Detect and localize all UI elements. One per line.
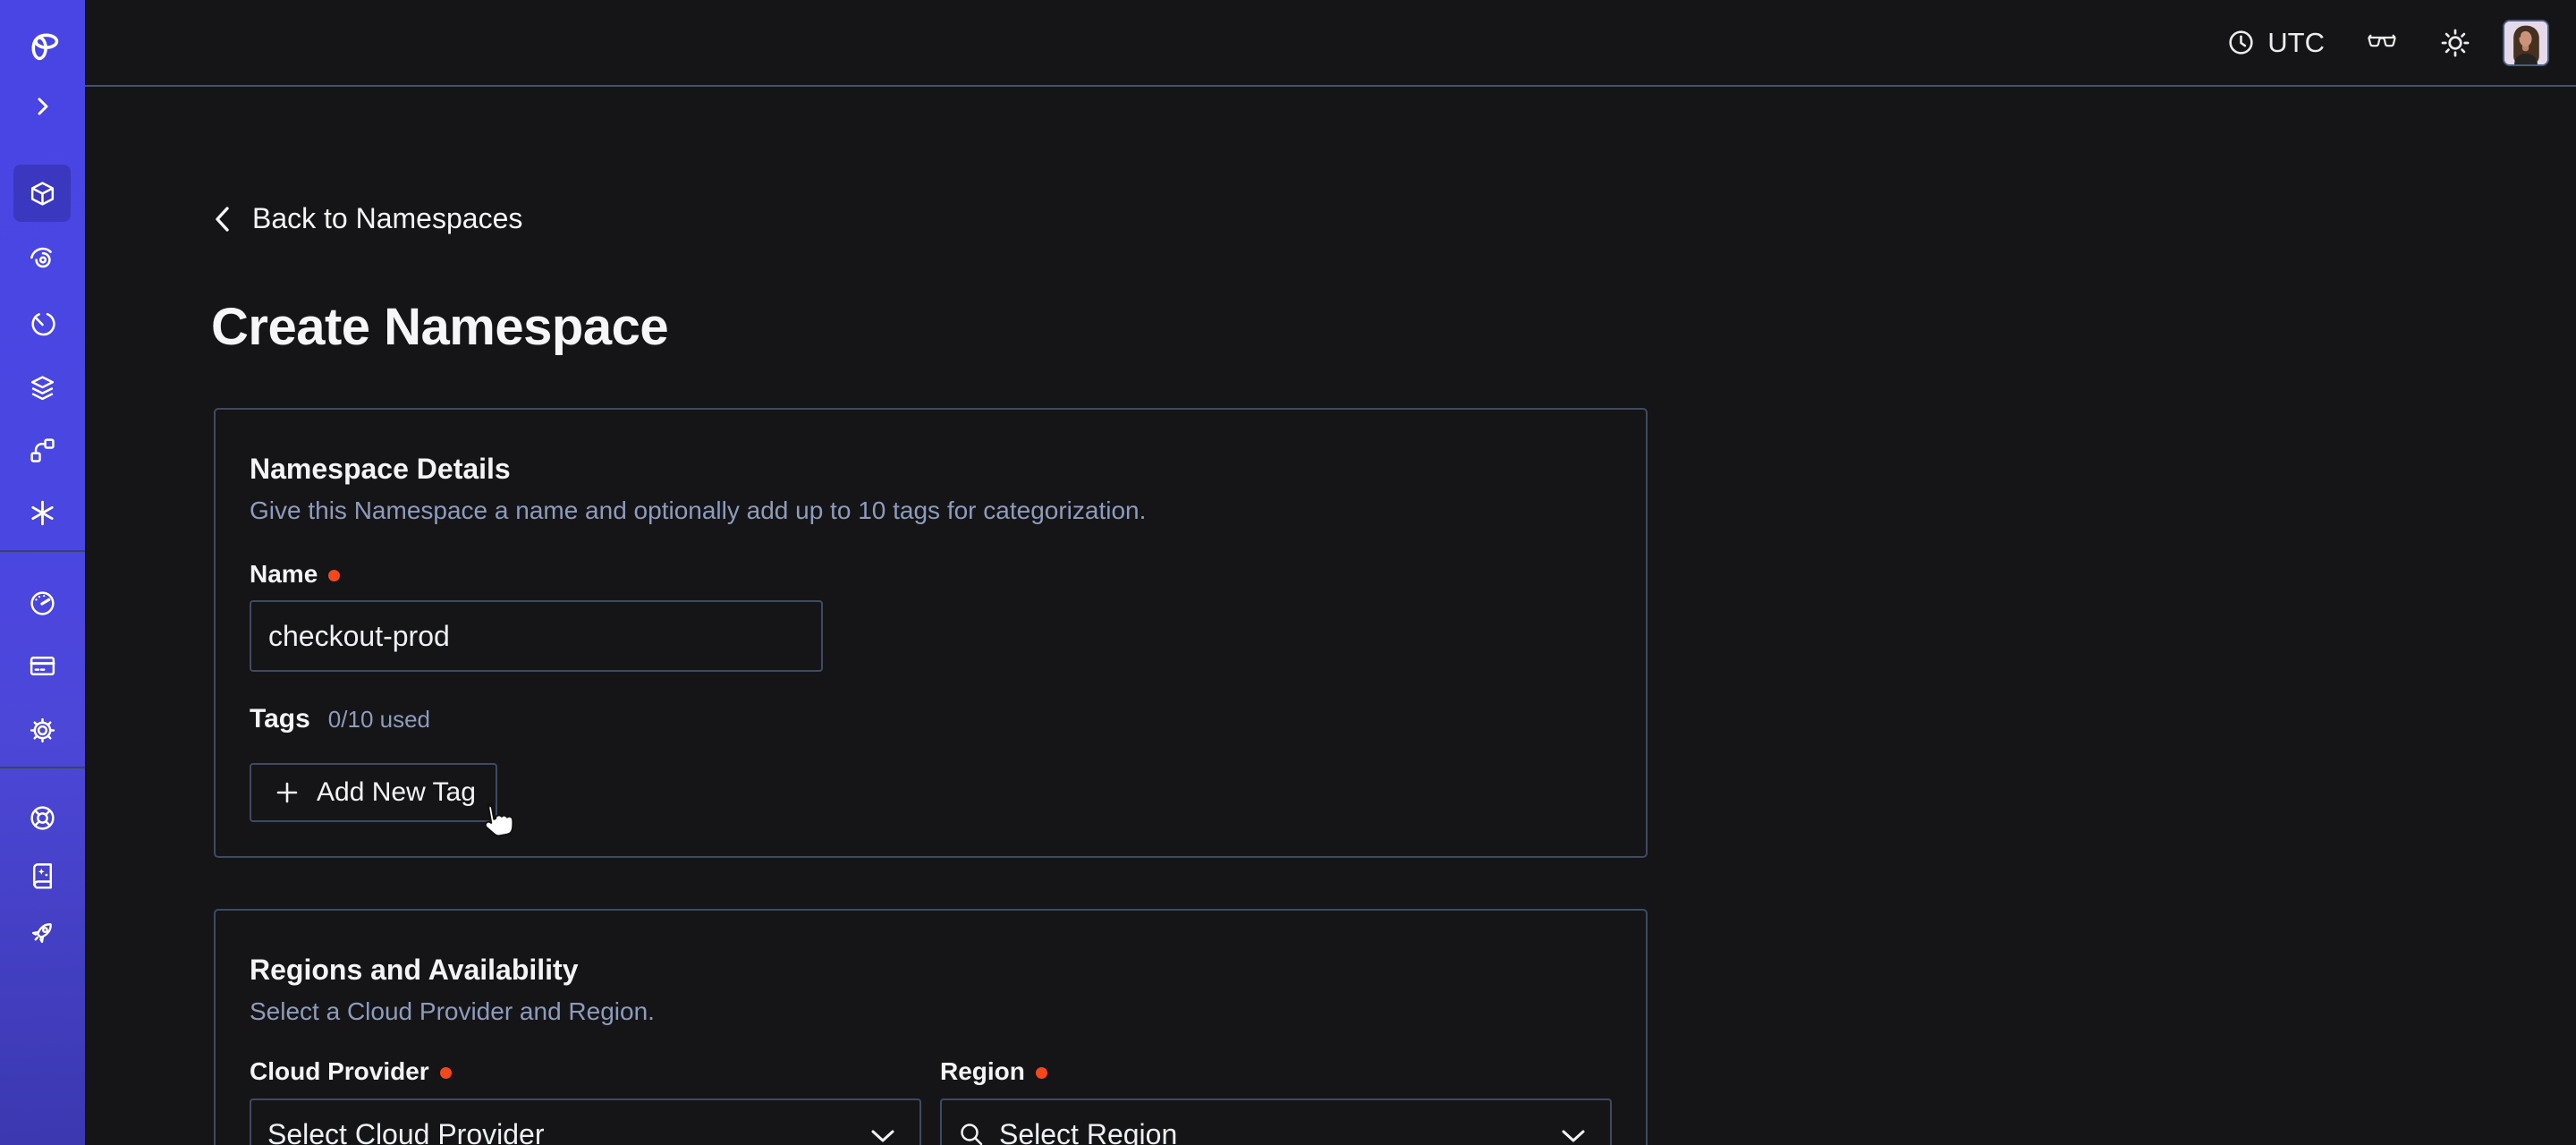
page-title: Create Namespace xyxy=(211,297,668,357)
plus-icon xyxy=(275,780,300,805)
region-field: Region Select Region xyxy=(940,1057,1612,1145)
cloud-provider-placeholder: Select Cloud Provider xyxy=(267,1118,544,1145)
chevron-down-icon xyxy=(1560,1128,1587,1144)
sidebar-divider xyxy=(0,767,85,768)
required-dot xyxy=(328,570,340,581)
tags-usage-counter: 0/10 used xyxy=(328,706,430,734)
user-avatar[interactable] xyxy=(2503,20,2549,66)
timer-icon[interactable] xyxy=(0,310,85,339)
card-subtitle: Select a Cloud Provider and Region. xyxy=(250,997,1612,1027)
book-docs-icon[interactable] xyxy=(0,861,85,890)
clock-icon xyxy=(2226,28,2256,57)
chevron-left-icon xyxy=(212,205,233,233)
add-new-tag-button[interactable]: Add New Tag xyxy=(250,763,497,822)
cloud-provider-field: Cloud Provider Select Cloud Provider xyxy=(250,1057,921,1145)
credit-card-billing-icon[interactable] xyxy=(0,651,85,681)
glasses-icon[interactable] xyxy=(2367,32,2397,54)
chevron-down-icon xyxy=(869,1128,896,1144)
cloud-provider-label: Cloud Provider xyxy=(250,1057,921,1086)
temporal-logo-icon[interactable] xyxy=(0,28,85,62)
gear-settings-icon[interactable] xyxy=(0,716,85,745)
back-to-namespaces-link[interactable]: Back to Namespaces xyxy=(212,202,522,235)
required-dot xyxy=(1036,1067,1047,1079)
layers-icon[interactable] xyxy=(0,374,85,403)
tags-row: Tags 0/10 used xyxy=(250,704,1612,733)
gauge-usage-icon[interactable] xyxy=(0,589,85,618)
region-select[interactable]: Select Region xyxy=(940,1098,1612,1145)
namespace-name-input[interactable] xyxy=(250,600,823,672)
rocket-icon[interactable] xyxy=(0,918,85,947)
top-bar: UTC xyxy=(85,0,2576,87)
timezone-selector[interactable]: UTC xyxy=(2226,27,2325,59)
sidebar-divider xyxy=(0,550,85,552)
branch-icon[interactable] xyxy=(0,436,85,465)
search-icon xyxy=(958,1121,985,1145)
spiral-icon[interactable] xyxy=(0,244,85,274)
lifebuoy-support-icon[interactable] xyxy=(0,803,85,833)
card-subtitle: Give this Namespace a name and optionall… xyxy=(250,496,1612,526)
sidebar xyxy=(0,0,85,1145)
add-new-tag-label: Add New Tag xyxy=(317,777,476,808)
sidebar-expand-chevron-icon[interactable] xyxy=(0,92,85,121)
cloud-provider-select[interactable]: Select Cloud Provider xyxy=(250,1098,921,1145)
name-field-label: Name xyxy=(250,560,1612,589)
back-link-label: Back to Namespaces xyxy=(252,202,522,235)
card-title: Namespace Details xyxy=(250,453,1612,485)
region-label: Region xyxy=(940,1057,1612,1086)
regions-availability-card: Regions and Availability Select a Cloud … xyxy=(214,909,1648,1145)
card-title: Regions and Availability xyxy=(250,954,1612,986)
region-placeholder: Select Region xyxy=(999,1118,1177,1145)
timezone-label: UTC xyxy=(2267,27,2325,59)
namespace-details-card: Namespace Details Give this Namespace a … xyxy=(214,408,1648,858)
sun-theme-icon[interactable] xyxy=(2439,27,2471,59)
cube-namespaces-icon[interactable] xyxy=(0,179,85,208)
asterisk-icon[interactable] xyxy=(0,498,85,528)
required-dot xyxy=(440,1067,452,1079)
tags-label: Tags xyxy=(250,704,310,734)
